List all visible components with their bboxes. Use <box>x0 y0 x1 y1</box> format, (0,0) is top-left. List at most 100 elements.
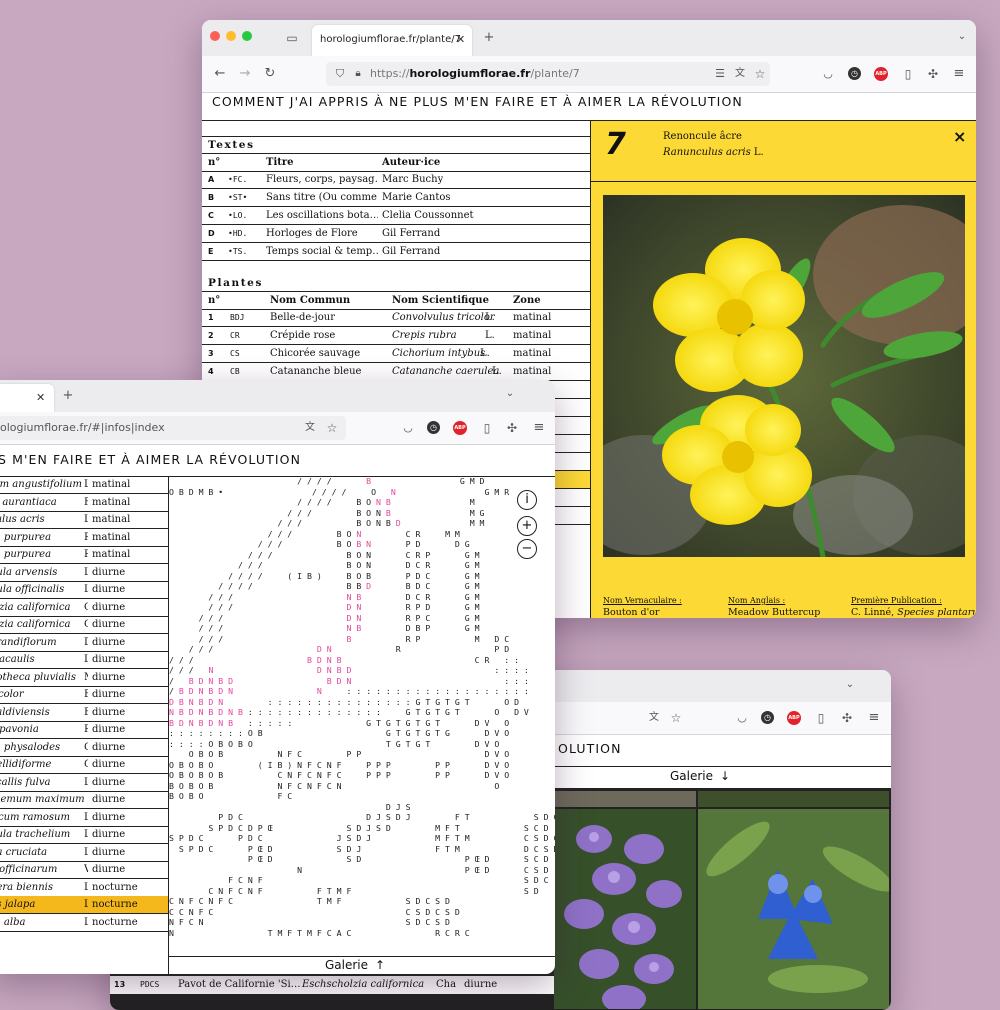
minimize-window-dot[interactable] <box>226 31 236 41</box>
texte-row[interactable]: D •HD. Horloges de Flore Gil Ferrand <box>202 225 590 243</box>
plant-photo <box>603 195 965 557</box>
info-button[interactable]: i <box>517 490 537 510</box>
translate-icon[interactable]: 文 <box>646 710 662 726</box>
close-panel-button[interactable]: × <box>953 127 966 146</box>
gallery-bar-2[interactable]: Galerie ↑ <box>169 956 555 974</box>
index-plant-row[interactable]: ra physalodes Ga diurne <box>0 739 168 757</box>
plante-row[interactable]: 4 CB Catananche bleue Catananche caerulea L.… <box>202 363 590 381</box>
index-plant-row[interactable]: hera biennis L. nocturne <box>0 879 168 897</box>
texte-row[interactable]: B •ST• Sans titre (Ou comme… Marie Cantos <box>202 189 590 207</box>
clock-extension-icon[interactable]: ◷ <box>848 67 861 80</box>
translate-icon[interactable]: 文 <box>302 420 318 436</box>
document-icon[interactable]: ▯ <box>813 710 829 726</box>
menu-hamburger-icon[interactable]: ≡ <box>531 420 547 436</box>
index-plant-row[interactable]: ricum ramosum L. diurne <box>0 809 168 827</box>
index-plant-row[interactable]: hotheca pluvialis Mdiurne <box>0 669 168 687</box>
tab-index[interactable]: ✕ <box>0 384 54 412</box>
clock-extension-icon[interactable]: ◷ <box>427 421 440 434</box>
gallery-photo-gentian[interactable] <box>698 809 889 1009</box>
index-plant-row[interactable]: a acaulis L. diurne <box>0 651 168 669</box>
plante-row[interactable]: 3 CS Chicorée sauvage Cichorium intybus L. ma… <box>202 345 590 363</box>
bookmark-star-icon[interactable]: ☆ <box>668 710 684 726</box>
new-tab-icon[interactable]: + <box>481 30 497 46</box>
address-bar[interactable]: ologiumflorae.fr/#|infos|index 文 ☆ <box>0 416 346 440</box>
index-plant-row[interactable]: olzia californica Cha diurne <box>0 616 168 634</box>
index-plant-row[interactable]: ra purpurea Roth matinal <box>0 546 168 564</box>
index-plant-row[interactable]: Valdiviensis Barnéou diurne <box>0 704 168 722</box>
index-plant-row[interactable]: ocallis fulva L. diurne <box>0 774 168 792</box>
reload-icon[interactable]: ↻ <box>262 66 278 82</box>
plante-row[interactable]: 1 BDJ Belle-de-jour Convolvulus tricolor L. m… <box>202 309 590 327</box>
new-tab-icon[interactable]: + <box>60 388 76 404</box>
tab-overview-icon[interactable]: ▭ <box>284 30 300 46</box>
plante-row[interactable]: 2 CR Crépide rose Crepis rubra L. matinal <box>202 327 590 345</box>
index-plant-row[interactable]: a officinarum Vaill. diurne <box>0 861 168 879</box>
bookmark-star-icon[interactable]: ☆ <box>324 420 340 436</box>
reader-view-icon[interactable]: ☰ <box>712 66 728 82</box>
gallery-photo-bellflower-top[interactable] <box>554 791 696 807</box>
pocket-icon[interactable]: ◡ <box>400 420 416 436</box>
address-bar[interactable]: ⛉ 🔒︎ https://horologiumflorae.fr/plante/… <box>326 62 770 86</box>
menu-hamburger-icon[interactable]: ≡ <box>866 710 882 726</box>
index-plant-row[interactable]: dula arvensis L. diurne <box>0 564 168 582</box>
index-plant-row[interactable]: ra purpurea Roth matinal <box>0 529 168 547</box>
texte-row[interactable]: A •FC. Fleurs, corps, paysag… Marc Buchy <box>202 171 590 189</box>
row-zone: matinal <box>513 312 552 323</box>
back-arrow-icon[interactable]: ← <box>212 66 228 82</box>
menu-hamburger-icon[interactable]: ≡ <box>951 66 967 82</box>
adblock-icon[interactable]: ABP <box>453 421 467 435</box>
gallery-photo-top-right[interactable] <box>698 791 889 807</box>
zoom-in-button[interactable]: + <box>517 516 537 536</box>
index-plant-row[interactable]: nula trachelium L. diurne <box>0 826 168 844</box>
document-icon[interactable]: ▯ <box>900 66 916 82</box>
site-title[interactable]: OLUTION <box>558 741 622 756</box>
clock-extension-icon[interactable]: ◷ <box>761 711 774 724</box>
shield-icon[interactable]: ⛉ <box>332 66 348 82</box>
index-plant-row[interactable]: themum maximum diurne <box>0 791 168 809</box>
index-plant-row[interactable]: olzia californica Cha diurne <box>0 599 168 617</box>
gallery-photo-bellflower[interactable] <box>554 809 696 1009</box>
bottom-plant-row[interactable]: 13 PDCS Pavot de Californie 'Si… Eschsch… <box>110 975 554 995</box>
close-tab-icon[interactable]: ✕ <box>456 33 465 46</box>
texte-row[interactable]: E •TS. Temps social & temp… Gil Ferrand <box>202 243 590 261</box>
gallery-label: Galerie <box>670 769 714 783</box>
lock-icon[interactable]: 🔒︎ <box>350 66 366 82</box>
pocket-icon[interactable]: ◡ <box>734 710 750 726</box>
bookmark-star-icon[interactable]: ☆ <box>752 66 768 82</box>
zoom-window-dot[interactable] <box>242 31 252 41</box>
flower-clock-canvas[interactable]: / / / / B G M D O B D M B • / / / / O N … <box>169 476 555 956</box>
close-window-dot[interactable] <box>210 31 220 41</box>
gallery-arrow-up-icon[interactable]: ↑ <box>375 958 385 972</box>
index-plant-row[interactable]: dula officinalis L. diurne <box>0 581 168 599</box>
tab-list-chevron-icon[interactable]: ⌄ <box>502 386 518 402</box>
translate-icon[interactable]: 文 <box>732 66 748 82</box>
extensions-puzzle-icon[interactable]: ✣ <box>839 710 855 726</box>
site-title[interactable]: S M'EN FAIRE ET À AIMER LA RÉVOLUTION <box>0 452 301 467</box>
gallery-arrow-down-icon[interactable]: ↓ <box>720 769 730 783</box>
pocket-icon[interactable]: ◡ <box>820 66 836 82</box>
index-plant-row[interactable]: bellidiforme G. diurne <box>0 756 168 774</box>
index-plant-row[interactable]: culus acris L. matinal <box>0 511 168 529</box>
index-plant-row[interactable]: grandiflorum Desf. diurne <box>0 634 168 652</box>
index-plant-row[interactable]: a pavonia Redouté diurne <box>0 721 168 739</box>
texte-row[interactable]: C •LO. Les oscillations bota… Clelia Cousso… <box>202 207 590 225</box>
document-icon[interactable]: ▯ <box>479 420 495 436</box>
index-plant-row[interactable]: na cruciata L. diurne <box>0 844 168 862</box>
site-title[interactable]: COMMENT J'AI APPRIS À NE PLUS M'EN FAIRE… <box>212 94 743 109</box>
index-plant-row[interactable]: la aurantiaca F.W.Sch matinal <box>0 494 168 512</box>
adblock-icon[interactable]: ABP <box>874 67 888 81</box>
zoom-out-button[interactable]: − <box>517 539 537 559</box>
close-tab-icon[interactable]: ✕ <box>36 391 45 404</box>
row-zone: diurne <box>92 846 126 858</box>
index-plant-row[interactable]: ricolor Benth. diurne <box>0 686 168 704</box>
index-plant-row[interactable]: lis jalapa L. nocturne <box>0 896 168 914</box>
tab-list-chevron-icon[interactable]: ⌄ <box>842 677 858 693</box>
tab-plante[interactable]: horologiumflorae.fr/plante/7 ✕ <box>312 25 472 56</box>
extensions-puzzle-icon[interactable]: ✣ <box>925 66 941 82</box>
index-plant-row[interactable]: ium angustifoliumL. matinal <box>0 476 168 494</box>
index-plant-row[interactable]: ra alba L. nocturne <box>0 914 168 932</box>
adblock-icon[interactable]: ABP <box>787 711 801 725</box>
forward-arrow-icon[interactable]: → <box>237 66 253 82</box>
extensions-puzzle-icon[interactable]: ✣ <box>504 420 520 436</box>
tab-list-chevron-icon[interactable]: ⌄ <box>954 29 970 45</box>
